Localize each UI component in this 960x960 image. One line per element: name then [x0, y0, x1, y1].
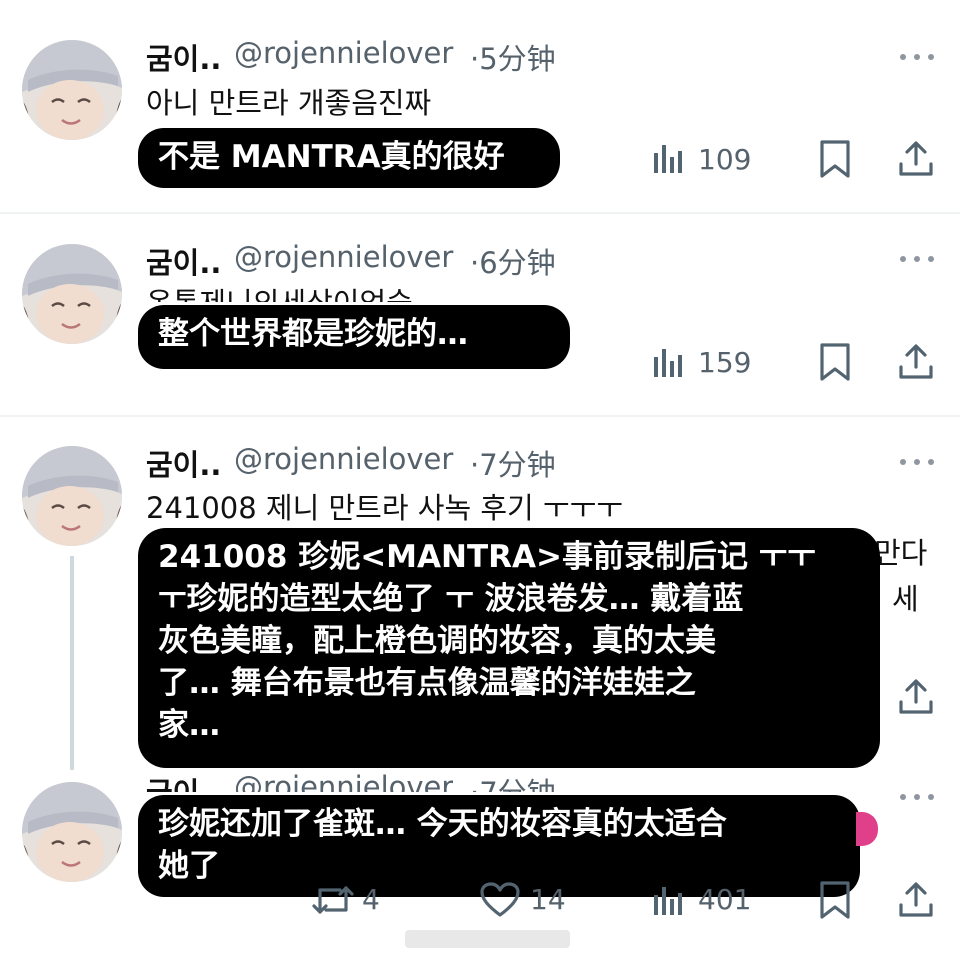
avatar[interactable]	[22, 244, 122, 344]
translation-overlay: 241008 珍妮<MANTRA>事前录制后记 ㅜㅜ ㅜ珍妮的造型太绝了 ㅜ 波…	[138, 528, 880, 768]
tweet-text: 아니 만트라 개좋음진짜	[146, 86, 432, 120]
tweet-text-fragment: 세	[892, 582, 919, 616]
translation-line: 家…	[158, 707, 220, 743]
more-icon[interactable]	[898, 50, 938, 64]
tweet-time[interactable]: ·7分钟	[470, 442, 556, 484]
avatar[interactable]	[22, 782, 122, 882]
like-icon[interactable]	[480, 882, 520, 922]
translation-line: 她了	[158, 848, 220, 884]
share-icon[interactable]	[897, 881, 935, 923]
thread-connector	[70, 556, 74, 770]
translation-overlay: 不是 MANTRA真的很好	[138, 128, 560, 188]
translation-line: 整个世界都是珍妮的…	[158, 316, 468, 352]
views-count: 159	[698, 346, 752, 379]
more-icon[interactable]	[898, 790, 938, 804]
translation-line: ㅜ珍妮的造型太绝了 ㅜ 波浪卷发… 戴着蓝	[158, 581, 744, 617]
share-icon[interactable]	[897, 140, 935, 182]
translation-line: 灰色美瞳，配上橙色调的妆容，真的太美	[158, 623, 716, 659]
like-count: 14	[530, 883, 566, 916]
author-handle[interactable]: @rojennielover	[234, 36, 453, 70]
share-icon[interactable]	[897, 678, 935, 720]
translation-line: 珍妮还加了雀斑… 今天的妆容真的太适合	[158, 806, 727, 842]
tweet-text-fragment: 만다	[874, 536, 928, 570]
views-count: 401	[698, 883, 752, 916]
bookmark-icon[interactable]	[818, 140, 852, 182]
bookmark-icon[interactable]	[818, 343, 852, 385]
avatar[interactable]	[22, 40, 122, 140]
avatar[interactable]	[22, 446, 122, 546]
author-handle[interactable]: @rojennielover	[234, 240, 453, 274]
bookmark-icon[interactable]	[818, 881, 852, 923]
author-handle[interactable]: @rojennielover	[234, 442, 453, 476]
retweet-count: 4	[362, 883, 380, 916]
pink-decoration	[856, 812, 878, 846]
author-handle[interactable]: @rojennielover	[234, 770, 453, 792]
views-icon[interactable]	[652, 883, 686, 921]
watermark-strip	[405, 930, 570, 948]
translation-line: 不是 MANTRA真的很好	[158, 139, 505, 175]
translation-overlay: 整个世界都是珍妮的…	[138, 305, 570, 369]
divider	[0, 415, 960, 417]
tweet-time[interactable]: ·6分钟	[470, 240, 556, 282]
views-icon[interactable]	[652, 141, 686, 179]
views-icon[interactable]	[652, 345, 686, 383]
tweet-time[interactable]: ·7分钟	[470, 770, 556, 792]
translation-line: 了… 舞台布景也有点像温馨的洋娃娃之	[158, 665, 696, 701]
author-name[interactable]: 굼이..	[146, 36, 221, 78]
share-icon[interactable]	[897, 343, 935, 385]
views-count: 109	[698, 143, 752, 176]
more-icon[interactable]	[898, 455, 938, 469]
more-icon[interactable]	[898, 252, 938, 266]
author-name[interactable]: 굼이..	[146, 442, 221, 484]
divider	[0, 212, 960, 214]
retweet-icon[interactable]	[312, 882, 354, 922]
translation-line: 241008 珍妮<MANTRA>事前录制后记 ㅜㅜ	[158, 539, 816, 575]
tweet-text: 241008 제니 만트라 사녹 후기 ㅜㅜㅜ	[146, 491, 623, 525]
author-name[interactable]: 굼이..	[146, 240, 221, 282]
tweet-time[interactable]: ·5分钟	[470, 36, 556, 78]
author-name[interactable]: 굼이..	[146, 770, 221, 792]
tweet-text: 온통제니의세상이었숭	[146, 280, 413, 302]
